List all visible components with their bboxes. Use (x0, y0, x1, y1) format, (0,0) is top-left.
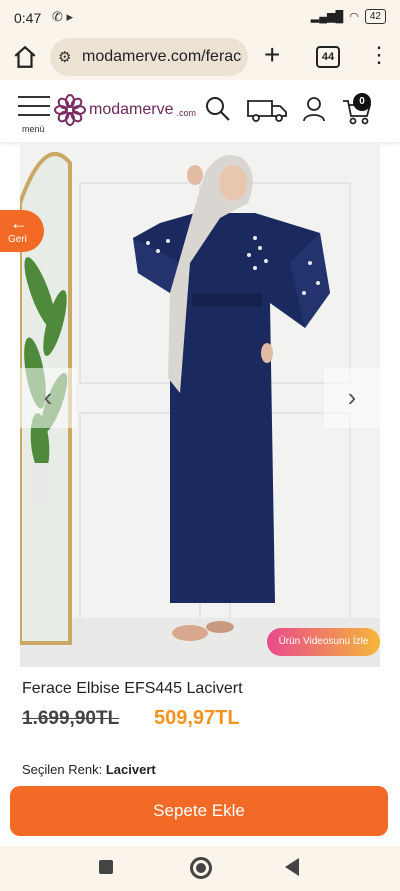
chevron-right-icon: › (347, 382, 357, 412)
site-settings-icon[interactable]: ⚙ (58, 48, 71, 66)
home-icon[interactable] (12, 44, 38, 70)
back-button[interactable]: ← Geri (0, 210, 44, 252)
product-title: Ferace Elbise EFS445 Lacivert (22, 680, 243, 697)
browser-toolbar: ⚙ modamerve.com/ferace + 44 ⋮ (0, 36, 400, 80)
recent-apps-icon[interactable] (99, 860, 113, 874)
previous-image-button[interactable]: ‹ (20, 368, 76, 428)
logo-text: modamerve (89, 101, 174, 118)
menu-label[interactable]: menü (22, 124, 45, 134)
wifi-icon: ◠ (349, 11, 359, 23)
new-tab-icon[interactable]: + (264, 40, 280, 70)
signal-icon: ▂▄▆█ (310, 11, 344, 23)
system-nav-bar (0, 846, 400, 891)
add-to-cart-button[interactable]: Sepete Ekle (10, 786, 388, 836)
hamburger-menu-icon[interactable] (18, 96, 50, 123)
back-label: Geri (8, 234, 27, 245)
notification-icons: ✆ ▸ (52, 9, 74, 24)
site-logo[interactable]: modamerve .com (54, 94, 196, 126)
address-bar[interactable]: ⚙ modamerve.com/ferace (50, 38, 248, 76)
more-menu-icon[interactable]: ⋮ (368, 42, 390, 68)
user-account-icon[interactable] (302, 96, 326, 122)
status-bar: 0:47 ✆ ▸ ▂▄▆█ ◠ 42 (0, 0, 400, 36)
site-header: menü modamerve .com (0, 82, 400, 143)
old-price: 1.699,90TL (22, 708, 120, 729)
tab-count-button[interactable]: 44 (316, 46, 340, 68)
status-time: 0:47 (14, 10, 42, 26)
home-circle-icon[interactable] (190, 857, 212, 879)
selected-color-label: Seçilen Renk: (22, 762, 103, 777)
next-image-button[interactable]: › (324, 368, 380, 428)
selected-color-value: Lacivert (105, 762, 156, 777)
battery-icon: 42 (364, 9, 386, 24)
chevron-left-icon: ‹ (43, 382, 53, 412)
cart-count-badge: 0 (353, 93, 371, 111)
logo-suffix: .com (176, 107, 196, 118)
search-icon[interactable] (205, 96, 231, 122)
logo-flower-icon (54, 94, 86, 126)
selected-color-line: Seçilen Renk: Lacivert (22, 762, 156, 777)
sale-price: 509,97TL (154, 707, 240, 729)
status-right: ▂▄▆█ ◠ 42 (311, 9, 386, 24)
watch-video-button[interactable]: Ürün Videosunu İzle (267, 628, 380, 656)
arrow-left-icon: ← (10, 213, 28, 233)
back-triangle-icon[interactable] (285, 858, 299, 876)
shipping-truck-icon[interactable] (246, 96, 288, 124)
url-text[interactable]: modamerve.com/ferace (82, 48, 242, 66)
